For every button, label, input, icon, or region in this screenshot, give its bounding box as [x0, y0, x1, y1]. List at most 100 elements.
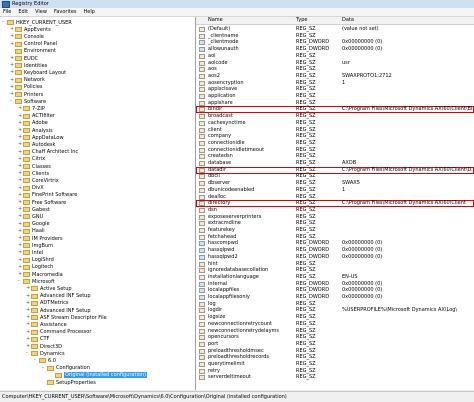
tree-item[interactable]: - Software	[10, 98, 46, 105]
tree-item[interactable]: + Google	[18, 221, 50, 228]
tree-item[interactable]: + DivX	[18, 185, 44, 192]
reg-string-value-icon	[199, 60, 205, 66]
tree-item[interactable]: + Printers	[10, 91, 43, 98]
tree-item[interactable]: + Advanced INF Setup	[26, 293, 91, 300]
tree-item-label: Network	[24, 77, 45, 84]
tree-item[interactable]: Environment	[10, 48, 56, 55]
tree-item[interactable]: + Intel	[18, 249, 43, 256]
tree-item[interactable]: + Chaff Architect Inc	[18, 149, 78, 156]
value-row[interactable]: serverdeltimeout REG_SZ	[196, 374, 474, 381]
reg-string-value-icon	[199, 301, 205, 307]
folder-icon	[23, 272, 30, 277]
reg-binary-value-icon	[199, 47, 205, 53]
tree-item[interactable]: + Haali	[18, 228, 45, 235]
value-name: serverdeltimeout	[208, 374, 251, 381]
reg-string-value-icon	[199, 181, 205, 187]
folder-icon	[31, 344, 38, 349]
tree-item[interactable]: + Policies	[10, 84, 43, 91]
tree-item[interactable]: + Clients	[18, 170, 49, 177]
tree-item-label: HKEY_CURRENT_USER	[16, 19, 72, 26]
registry-tree[interactable]: - HKEY_CURRENT_USER + AppEvents + Console + Con…	[0, 17, 196, 390]
tree-item[interactable]: + Classes	[18, 163, 51, 170]
tree-item[interactable]: + Console	[10, 33, 44, 40]
tree-item[interactable]: + Network	[10, 77, 45, 84]
tree-item[interactable]: + Assistance	[26, 321, 67, 328]
tree-item[interactable]: + Citrix	[18, 156, 45, 163]
tree-item[interactable]: + FinePrint Software	[18, 192, 77, 199]
tree-item[interactable]: + Gabest	[18, 206, 50, 213]
tree-item[interactable]: - Microsoft	[18, 278, 55, 285]
folder-icon	[31, 315, 38, 321]
tree-item[interactable]: + Advanced INF Setup	[26, 307, 91, 314]
reg-string-value-icon	[199, 161, 205, 166]
tree-item-selected[interactable]: Original (installed configuration)	[50, 372, 148, 379]
tree-item-label: ImgBurn	[32, 242, 54, 249]
tree-item[interactable]: + Analysis	[18, 127, 53, 134]
tree-item[interactable]: +7-ZIP	[18, 105, 45, 112]
menu-help[interactable]: Help	[84, 9, 95, 15]
tree-item[interactable]: + Control Panel	[10, 41, 57, 48]
reg-string-value-icon	[199, 268, 205, 274]
tree-item-label: ADTMetrics	[40, 300, 69, 307]
reg-string-value-icon	[199, 315, 205, 321]
tree-item[interactable]: + GNU	[18, 213, 43, 220]
window-title: Registry Editor	[12, 1, 49, 7]
column-data[interactable]: Data	[342, 17, 354, 24]
tree-item-label: Original (installed configuration)	[64, 372, 148, 379]
tree-item[interactable]: + ImgBurn	[18, 242, 53, 249]
folder-icon	[23, 264, 30, 270]
folder-icon	[15, 34, 22, 40]
tree-item-label: AppDataLow	[32, 134, 64, 141]
menu-file[interactable]: File	[3, 9, 11, 15]
tree-item[interactable]: + ASF Stream Descriptor File	[26, 314, 107, 321]
folder-icon	[23, 207, 30, 213]
reg-string-value-icon	[199, 341, 205, 347]
tree-item[interactable]: + CoreVirtrix	[18, 177, 59, 184]
folder-icon	[23, 185, 30, 191]
tree-item[interactable]: - HKEY_CURRENT_USER	[2, 19, 72, 26]
tree-item[interactable]: + Logitech	[18, 264, 53, 271]
tree-item[interactable]: + Adobe	[18, 120, 48, 127]
reg-string-value-icon	[199, 174, 205, 180]
tree-item[interactable]: - Configuration	[42, 365, 90, 372]
tree-item[interactable]: + IM Providers	[18, 235, 63, 242]
tree-item[interactable]: + Free Software	[18, 199, 66, 206]
menu-bar: File Edit View Favorites Help	[0, 8, 474, 17]
values-list[interactable]: Name Type Data (Default) REG_SZ (value not…	[196, 17, 474, 390]
tree-item[interactable]: + CTF	[26, 336, 49, 343]
tree-item[interactable]: + ACTIfilter	[18, 113, 55, 120]
folder-icon	[23, 178, 30, 184]
folder-icon	[47, 380, 54, 385]
folder-icon	[23, 135, 30, 141]
tree-item[interactable]: + AppDataLow	[18, 134, 64, 141]
tree-item[interactable]: + EUDC	[10, 55, 38, 62]
tree-item[interactable]: + Identities	[10, 62, 47, 69]
tree-item-label: Direct3D	[40, 343, 63, 350]
menu-favorites[interactable]: Favorites	[54, 9, 77, 15]
tree-item[interactable]: SetupProperties	[42, 379, 96, 386]
menu-edit[interactable]: Edit	[18, 9, 28, 15]
tree-item[interactable]: + ADTMetrics	[26, 300, 68, 307]
tree-item[interactable]: + AppEvents	[10, 26, 51, 33]
tree-item-label: Keyboard Layout	[24, 69, 67, 76]
tree-item[interactable]: - Dynamics	[26, 350, 65, 357]
reg-string-value-icon	[199, 147, 205, 153]
reg-binary-value-icon	[199, 281, 205, 287]
tree-item[interactable]: + Keyboard Layout	[10, 69, 66, 76]
tree-item[interactable]: + LogiShrd	[18, 257, 54, 264]
menu-view[interactable]: View	[35, 9, 47, 15]
column-name[interactable]: Name	[208, 17, 223, 24]
reg-string-value-icon	[199, 73, 205, 79]
reg-string-value-icon	[199, 321, 205, 327]
tree-item[interactable]: + Direct3D	[26, 343, 62, 350]
reg-string-value-icon	[199, 362, 205, 367]
tree-item[interactable]: + Command Processor	[26, 329, 91, 336]
column-type[interactable]: Type	[296, 17, 307, 24]
tree-item-label: Adobe	[32, 120, 48, 127]
tree-item[interactable]: + Autodesk	[18, 141, 55, 148]
value-type: REG_SZ	[296, 374, 316, 381]
tree-item[interactable]: -6.0	[34, 357, 56, 364]
tree-item[interactable]: + Active Setup	[26, 285, 72, 292]
tree-item[interactable]: + Macromedia	[18, 271, 63, 278]
reg-string-value-icon	[199, 221, 205, 227]
